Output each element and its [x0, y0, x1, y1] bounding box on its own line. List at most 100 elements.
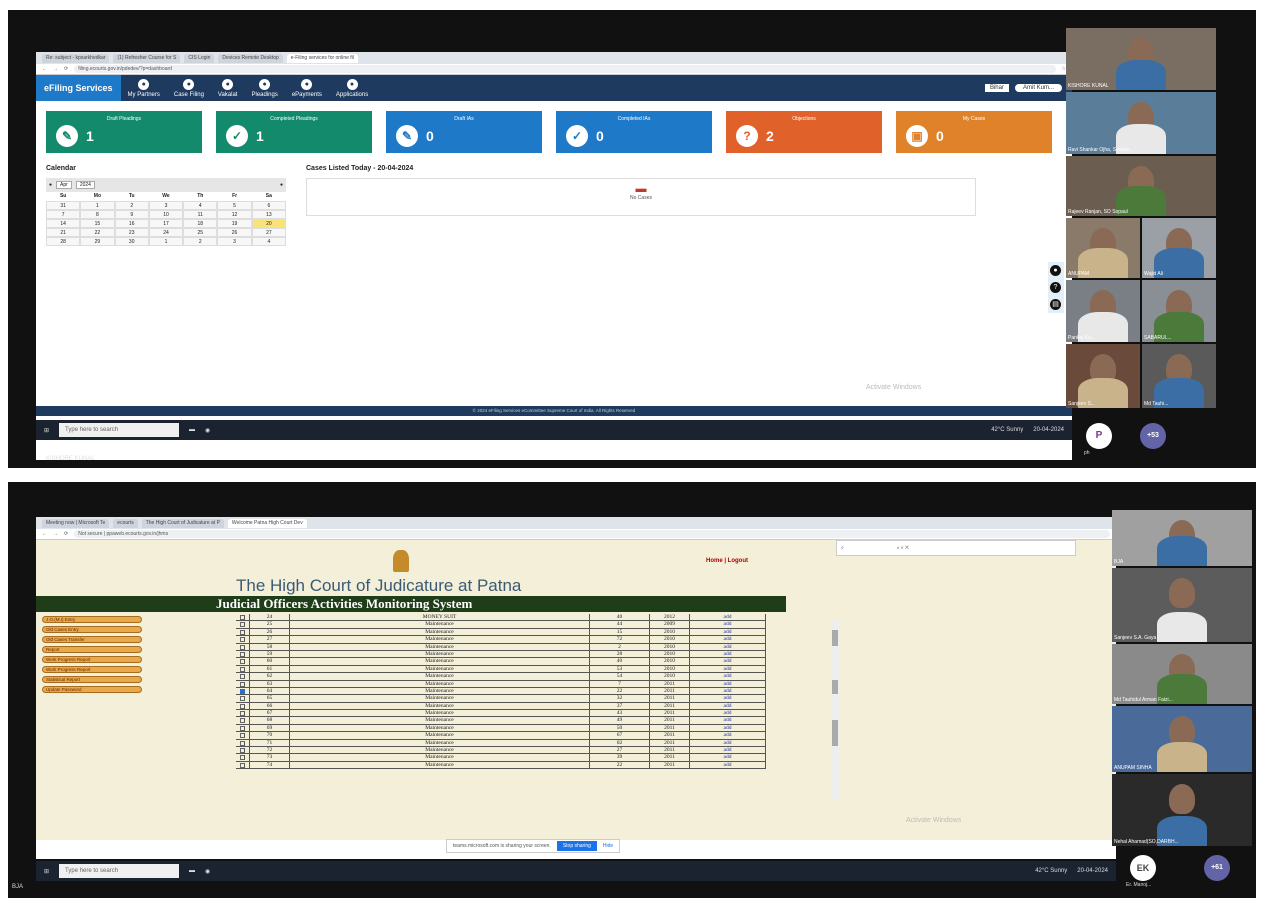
next-month-icon[interactable]: ●	[280, 182, 283, 188]
nav-item[interactable]: ● ePayments	[292, 78, 322, 98]
prev-month-icon[interactable]: ●	[49, 182, 52, 188]
action-link[interactable]: add	[690, 650, 766, 658]
row-checkbox[interactable]	[240, 733, 245, 739]
calendar-day[interactable]: 9	[114, 210, 149, 219]
calendar-day[interactable]: 18	[183, 219, 218, 228]
browser-tab[interactable]: ecourts	[113, 518, 138, 528]
row-checkbox[interactable]	[240, 762, 245, 768]
reload-icon[interactable]: ⟳	[64, 531, 68, 537]
participant-tile[interactable]: Pankaj Ku...	[1066, 280, 1140, 342]
row-checkbox[interactable]	[240, 651, 245, 657]
avatar-p[interactable]: P	[1086, 423, 1112, 449]
calendar-day[interactable]: 11	[183, 210, 218, 219]
nav-item[interactable]: ● Pleadings	[251, 78, 278, 98]
browser-tab[interactable]: Re: subject - kpsarkhedkar	[42, 53, 110, 63]
chrome-icon[interactable]: ◉	[205, 868, 210, 875]
nav-item[interactable]: ● My Partners	[128, 78, 160, 98]
calendar-day[interactable]: 22	[80, 228, 115, 237]
participant-tile[interactable]: Md Tauhi...	[1142, 344, 1216, 408]
dashboard-card[interactable]: Completed IAs ✓ 0	[556, 111, 712, 153]
participant-tile[interactable]: Nehal Ahamad(SO,DARBH...	[1112, 774, 1252, 846]
action-link[interactable]: add	[690, 702, 766, 710]
participant-tile[interactable]: Rajeev Ranjan, SO Sopaul	[1066, 156, 1216, 216]
file-explorer-icon[interactable]: ▬	[189, 868, 195, 874]
browser-tab[interactable]: Devices Remote Desktop	[218, 53, 283, 63]
row-checkbox[interactable]	[240, 688, 245, 694]
participant-tile[interactable]: Sanjeev S.A. Gaya	[1112, 568, 1252, 642]
dashboard-card[interactable]: Draft Pleadings ✎ 1	[46, 111, 202, 153]
row-checkbox[interactable]	[240, 755, 245, 761]
address-bar[interactable]: Not secure | ppaweb.ecourts.gov.in/jhms	[74, 530, 1110, 538]
calendar-day[interactable]: 20	[251, 219, 286, 228]
month-select[interactable]: Apr	[56, 181, 72, 189]
row-checkbox[interactable]	[240, 740, 245, 746]
nav-item[interactable]: ● Case Filing	[174, 78, 204, 98]
calendar-day[interactable]: 5	[217, 201, 252, 210]
taskbar-search[interactable]: Type here to search	[59, 423, 180, 437]
participant-tile[interactable]: SABARUL...	[1142, 280, 1216, 342]
left-menu-link[interactable]: Old Cases Transfer	[42, 636, 142, 643]
left-menu-link[interactable]: Old Cases Entry	[42, 626, 142, 633]
forward-icon[interactable]: →	[53, 531, 58, 537]
left-menu-link[interactable]: Work Progress Report	[42, 656, 142, 663]
calendar-day[interactable]: 4	[183, 201, 218, 210]
row-checkbox[interactable]	[240, 725, 245, 731]
action-link[interactable]: add	[690, 628, 766, 636]
action-link[interactable]: add	[690, 695, 766, 702]
row-checkbox[interactable]	[240, 718, 245, 724]
calendar-day[interactable]: 29	[80, 237, 115, 246]
left-menu-link[interactable]: Work Progress Report	[42, 666, 142, 673]
hide-share-bar-button[interactable]: Hide	[603, 843, 613, 849]
action-link[interactable]: add	[690, 614, 766, 621]
action-link[interactable]: add	[690, 636, 766, 643]
user-menu[interactable]: Amit Kum...	[1014, 84, 1062, 92]
calendar-day[interactable]: 4	[251, 237, 286, 246]
calendar-day[interactable]: 15	[80, 219, 115, 228]
participant-tile[interactable]: Ravi Shankar Ojha, System...	[1066, 92, 1216, 154]
row-checkbox[interactable]	[240, 703, 245, 709]
more-participants-button[interactable]: +61	[1204, 855, 1230, 881]
calendar-day[interactable]: 7	[46, 210, 81, 219]
stop-sharing-button[interactable]: Stop sharing	[556, 841, 597, 851]
dashboard-card[interactable]: Completed Pleadings ✓ 1	[216, 111, 372, 153]
calendar-day[interactable]: 2	[183, 237, 218, 246]
calendar-day[interactable]: 16	[114, 219, 149, 228]
action-link[interactable]: add	[690, 643, 766, 650]
table-scrollbar[interactable]	[831, 620, 839, 800]
action-link[interactable]: add	[690, 717, 766, 724]
chrome-icon[interactable]: ◉	[205, 427, 210, 434]
participant-tile[interactable]: Sanjeev S...	[1066, 344, 1140, 408]
action-link[interactable]: add	[690, 673, 766, 680]
participant-tile[interactable]: ANUPAM SINHA	[1112, 706, 1252, 772]
action-link[interactable]: add	[690, 665, 766, 673]
row-checkbox[interactable]	[240, 629, 245, 635]
calendar-day[interactable]: 2	[114, 201, 149, 210]
row-checkbox[interactable]	[240, 637, 245, 643]
row-checkbox[interactable]	[240, 666, 245, 672]
calendar-day[interactable]: 13	[251, 210, 286, 219]
dashboard-card[interactable]: Draft IAs ✎ 0	[386, 111, 542, 153]
address-bar[interactable]: filing.ecourts.gov.in/pdedev/?p=dashboar…	[74, 65, 1056, 73]
calendar-day[interactable]: 3	[148, 201, 184, 210]
calendar-day[interactable]: 8	[80, 210, 115, 219]
home-logout-links[interactable]: Home | Logout	[706, 558, 748, 564]
browser-tab[interactable]: Meeting now | Microsoft Te	[42, 518, 110, 528]
dashboard-card[interactable]: Objections? 2	[726, 111, 882, 153]
action-link[interactable]: add	[690, 658, 766, 665]
calendar-day[interactable]: 10	[148, 210, 184, 219]
avatar-ek[interactable]: EK	[1130, 855, 1156, 881]
action-link[interactable]: add	[690, 732, 766, 739]
find-bar[interactable]: ⌕ ∧ ∨ ✕	[836, 540, 1076, 556]
calendar-day[interactable]: 31	[46, 201, 81, 210]
browser-tab[interactable]: CIS Login	[184, 53, 215, 63]
calendar-day[interactable]: 19	[217, 219, 252, 228]
year-select[interactable]: 2024	[75, 181, 95, 189]
participant-tile[interactable]: Md Tauhidul Arman Faizi...	[1112, 644, 1252, 704]
row-checkbox[interactable]	[240, 674, 245, 680]
windows-start-icon[interactable]: ⊞	[44, 427, 49, 434]
back-icon[interactable]: ←	[42, 66, 47, 72]
participant-tile[interactable]: Wajid Ali	[1142, 218, 1216, 278]
row-checkbox[interactable]	[240, 644, 245, 650]
row-checkbox[interactable]	[240, 622, 245, 628]
action-link[interactable]: add	[690, 747, 766, 754]
